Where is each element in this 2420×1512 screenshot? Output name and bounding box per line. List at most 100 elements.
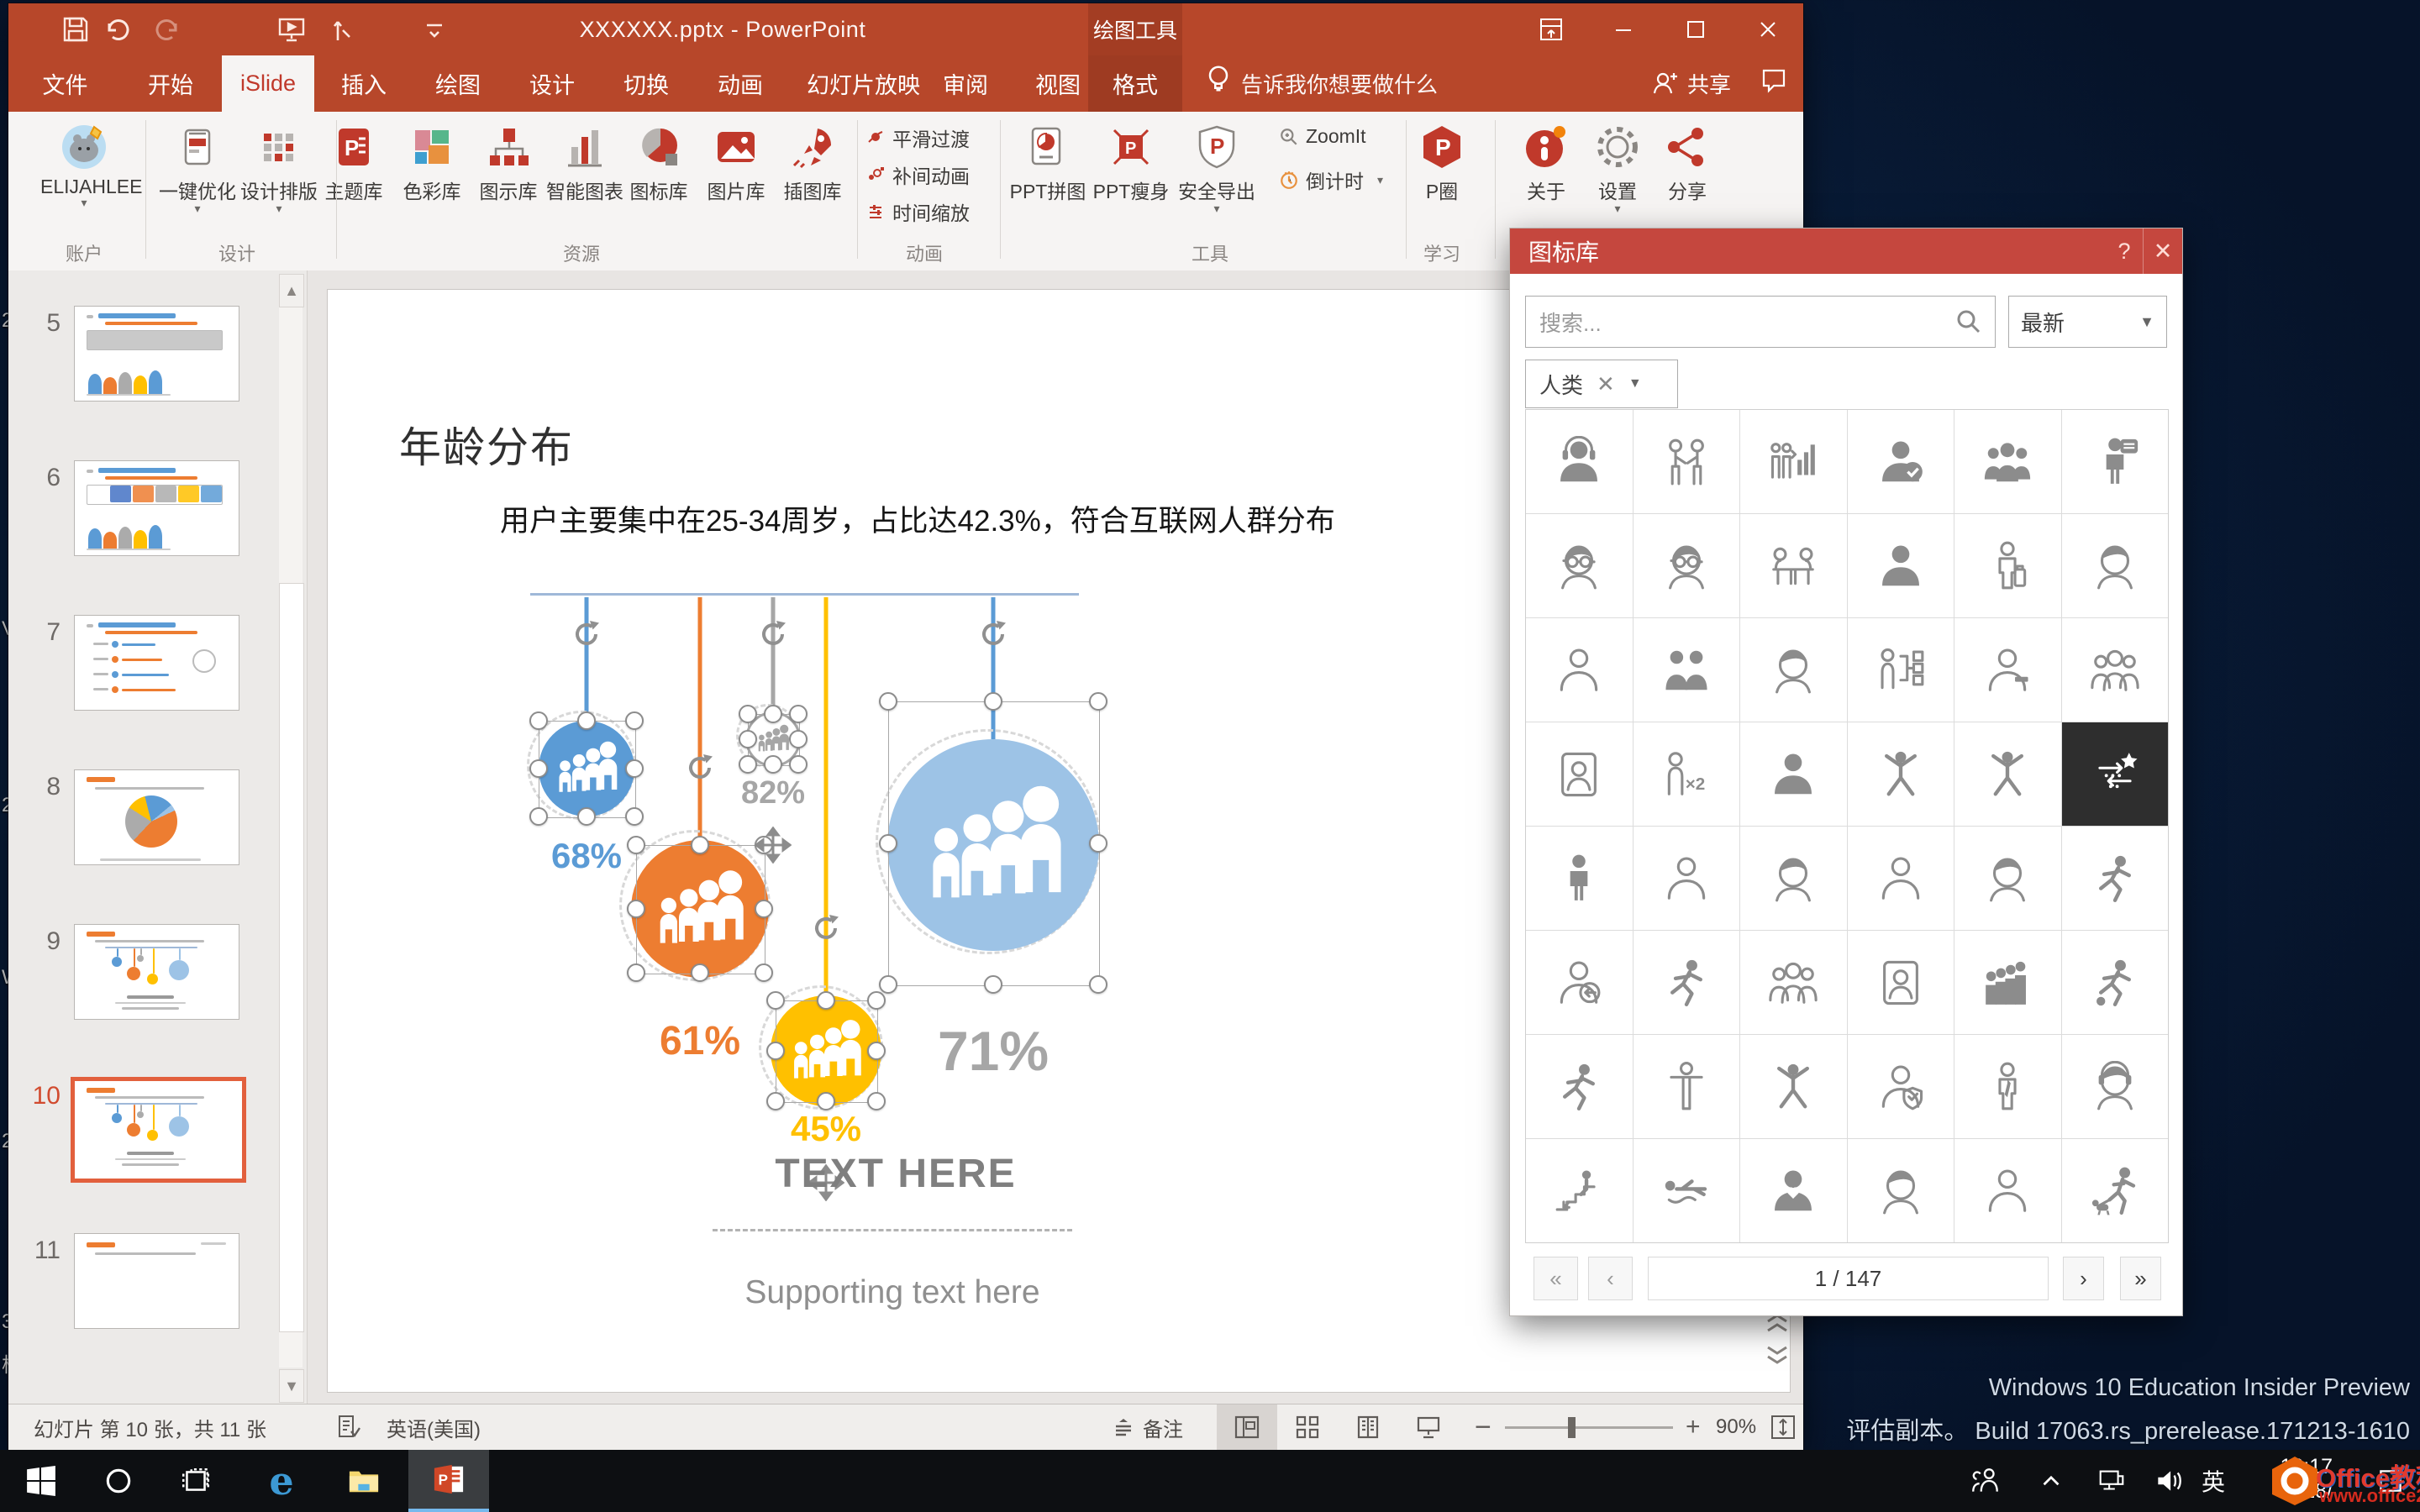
people-growth-chart-icon[interactable] xyxy=(1740,410,1847,513)
selection-handle[interactable] xyxy=(577,807,596,826)
first-page-button[interactable]: « xyxy=(1534,1257,1578,1300)
hearing-care-icon[interactable] xyxy=(1847,1035,1954,1138)
spellcheck-icon[interactable] xyxy=(336,1404,361,1450)
slide-text-here[interactable]: TEXT HERE xyxy=(775,1151,1016,1197)
selection-handle[interactable] xyxy=(879,833,897,853)
move-shape-icon[interactable] xyxy=(754,826,792,864)
ribbon-button-平滑过渡[interactable]: 平滑过渡 xyxy=(867,123,970,152)
selection-handle[interactable] xyxy=(529,759,548,778)
slide-thumbnail-11[interactable] xyxy=(74,1233,239,1329)
ime-indicator[interactable]: 英 xyxy=(2190,1450,2237,1512)
tab-插入[interactable]: 插入 xyxy=(323,55,405,112)
returning-user-icon[interactable] xyxy=(1526,931,1633,1034)
account-button[interactable]: ELIJAHLEE ▾ xyxy=(40,118,142,208)
ribbon-button-色彩库[interactable]: 色彩库 xyxy=(388,118,476,204)
woman-remove-icon[interactable] xyxy=(1954,618,2061,722)
prev-page-button[interactable]: ‹ xyxy=(1588,1257,1633,1300)
maximize-button[interactable] xyxy=(1660,3,1731,55)
selection-handle[interactable] xyxy=(739,730,757,748)
snowboarder-icon[interactable] xyxy=(1847,722,1954,826)
selection-handle[interactable] xyxy=(817,1092,835,1110)
tab-开始[interactable]: 开始 xyxy=(129,55,213,112)
selection-handle[interactable] xyxy=(625,759,644,778)
portrait-card-icon[interactable] xyxy=(1526,722,1633,826)
hairdresser-icon[interactable] xyxy=(1847,827,1954,930)
ribbon-button-分享[interactable]: 分享 xyxy=(1644,118,1731,204)
selection-handle[interactable] xyxy=(879,692,897,711)
selection-handle[interactable] xyxy=(627,900,645,918)
minimize-button[interactable] xyxy=(1588,3,1659,55)
zoom-out-button[interactable]: − xyxy=(1475,1404,1491,1450)
selection-handle[interactable] xyxy=(764,705,782,723)
last-page-button[interactable]: » xyxy=(2120,1257,2161,1300)
selection-handle[interactable] xyxy=(627,836,645,854)
person-hierarchy-icon[interactable] xyxy=(1847,618,1954,722)
file-explorer-icon[interactable] xyxy=(336,1450,392,1512)
close-button[interactable] xyxy=(1733,3,1803,55)
slide-number-status[interactable]: 幻灯片 第 10 张，共 11 张 xyxy=(34,1404,266,1450)
selection-handle[interactable] xyxy=(867,1092,886,1110)
selection-handle[interactable] xyxy=(789,755,808,774)
tab-视图[interactable]: 视图 xyxy=(1017,55,1099,112)
ribbon-button-图标库[interactable]: 图标库 xyxy=(615,118,702,204)
selection-handle[interactable] xyxy=(879,975,897,994)
tab-设计[interactable]: 设计 xyxy=(511,55,593,112)
ribbon-button-插图库[interactable]: 插图库 xyxy=(769,118,856,204)
tab-审阅[interactable]: 审阅 xyxy=(924,55,1007,112)
doctor-icon[interactable] xyxy=(1526,618,1633,722)
slideshow-view-button[interactable] xyxy=(1398,1404,1459,1450)
swap-favorite-icon[interactable] xyxy=(2061,722,2168,826)
ribbon-display-options-button[interactable] xyxy=(1516,3,1586,55)
next-page-button[interactable]: › xyxy=(2063,1257,2104,1300)
dancer-icon[interactable] xyxy=(1954,722,2061,826)
remove-filter-icon[interactable]: ✕ xyxy=(1597,371,1615,397)
ribbon-button-P圈[interactable]: P P圈 xyxy=(1398,118,1486,204)
slide-thumbnail-8[interactable] xyxy=(74,769,239,865)
elderly-man-glasses-icon[interactable] xyxy=(1526,514,1633,617)
elderly-face-icon[interactable] xyxy=(1954,827,2061,930)
selection-handle[interactable] xyxy=(529,807,548,826)
selection-handle[interactable] xyxy=(625,807,644,826)
reading-view-button[interactable] xyxy=(1338,1404,1398,1450)
fit-slide-button[interactable] xyxy=(1770,1404,1797,1450)
zoom-in-button[interactable]: + xyxy=(1686,1404,1701,1450)
escalator-rider-icon[interactable] xyxy=(1526,1139,1633,1242)
selection-handle[interactable] xyxy=(627,963,645,982)
volume-tray-icon[interactable] xyxy=(2141,1450,2196,1512)
ribbon-button-PPT拼图[interactable]: PPT拼图 xyxy=(1004,118,1092,204)
zoom-level[interactable]: 90% xyxy=(1716,1404,1756,1450)
presenter-feedback-icon[interactable] xyxy=(2061,410,2168,513)
team-outline-icon[interactable] xyxy=(2061,618,2168,722)
ribbon-button-图示库[interactable]: 图示库 xyxy=(465,118,552,204)
selection-handle[interactable] xyxy=(691,963,709,982)
dog-walker-icon[interactable] xyxy=(2061,1139,2168,1242)
zoom-slider[interactable] xyxy=(1505,1404,1673,1450)
tab-幻灯片放映[interactable]: 幻灯片放映 xyxy=(788,55,939,112)
tab-文件[interactable]: 文件 xyxy=(17,55,113,112)
selection-handle[interactable] xyxy=(691,836,709,854)
ribbon-button-安全导出[interactable]: P 安全导出 ▾ xyxy=(1173,118,1260,214)
swimmer-icon[interactable] xyxy=(1633,1139,1739,1242)
jumping-person-icon[interactable] xyxy=(1740,1035,1847,1138)
ribbon-button-主题库[interactable]: P 主题库 xyxy=(310,118,397,204)
ribbon-button-一键优化[interactable]: 一键优化 ▾ xyxy=(154,118,241,214)
mannequin-icon[interactable] xyxy=(1633,1035,1739,1138)
panel-close-button[interactable]: ✕ xyxy=(2143,228,2182,274)
charity-woman-icon[interactable] xyxy=(1740,1139,1847,1242)
selection-handle[interactable] xyxy=(764,755,782,774)
ribbon-button-PPT瘦身[interactable]: P PPT瘦身 xyxy=(1087,118,1175,204)
task-view-button[interactable] xyxy=(168,1450,224,1512)
rotate-handle-icon[interactable] xyxy=(808,910,844,947)
zoom-slider-thumb[interactable] xyxy=(1568,1416,1576,1438)
suited-man-icon[interactable] xyxy=(1954,1035,2061,1138)
show-hidden-icons-chevron[interactable] xyxy=(2023,1450,2079,1512)
ribbon-button-倒计时[interactable]: 倒计时 ▾ xyxy=(1279,165,1383,194)
ribbon-button-图片库[interactable]: 图片库 xyxy=(692,118,780,204)
selection-handle[interactable] xyxy=(789,705,808,723)
tab-绘图[interactable]: 绘图 xyxy=(417,55,499,112)
selection-handle[interactable] xyxy=(766,991,785,1010)
panel-help-button[interactable]: ? xyxy=(2105,228,2144,274)
language-status[interactable]: 英语(美国) xyxy=(387,1404,481,1450)
cortana-button[interactable] xyxy=(91,1450,146,1512)
selection-handle[interactable] xyxy=(577,711,596,730)
